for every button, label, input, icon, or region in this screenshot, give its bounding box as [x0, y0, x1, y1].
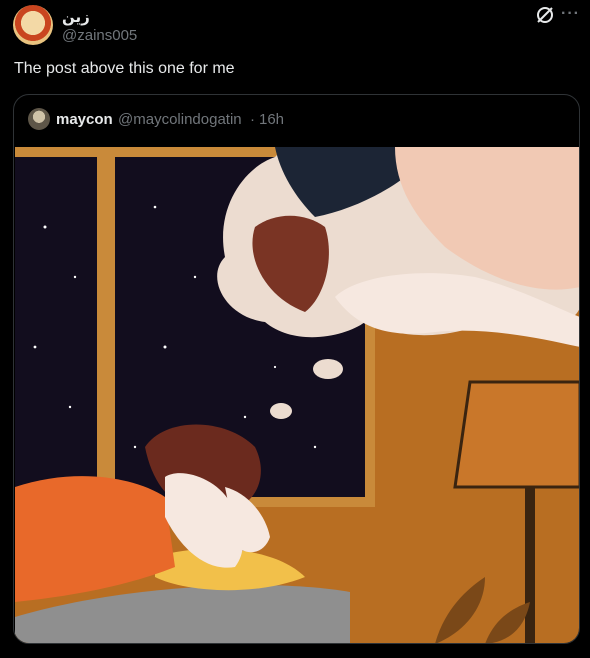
grok-icon[interactable]	[534, 4, 556, 26]
quoted-author-name[interactable]: maycon	[56, 111, 113, 128]
author-avatar[interactable]	[13, 5, 53, 45]
quoted-post-time[interactable]: 16h	[259, 111, 284, 128]
quoted-separator: ·	[250, 111, 255, 128]
quoted-post[interactable]: maycon @maycolindogatin · 16h	[13, 94, 580, 644]
quoted-post-image[interactable]	[15, 147, 579, 643]
author-display-name[interactable]: زين	[62, 8, 90, 26]
comic-illustration	[15, 147, 579, 643]
quoted-author-handle[interactable]: @maycolindogatin	[118, 111, 242, 128]
author-handle[interactable]: @zains005	[62, 27, 137, 44]
more-options-icon[interactable]: ···	[561, 5, 580, 23]
quoted-author-avatar[interactable]	[28, 108, 50, 130]
post-text: The post above this one for me	[14, 60, 235, 77]
